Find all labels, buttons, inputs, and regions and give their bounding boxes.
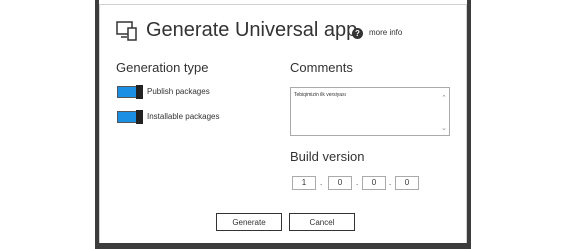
comments-text: Tebiqimizin ilk versiyası xyxy=(294,92,346,98)
version-revision-field[interactable]: 0 xyxy=(395,176,419,190)
toggle-thumb xyxy=(136,85,143,99)
help-icon[interactable]: ? xyxy=(352,28,363,39)
scroll-down-icon[interactable]: ⌄ xyxy=(441,125,447,132)
device-icon xyxy=(116,21,137,41)
publish-packages-toggle[interactable] xyxy=(117,85,143,99)
dialog-title: Generate Universal app xyxy=(146,19,358,41)
version-separator: . xyxy=(356,178,359,187)
build-version-heading: Build version xyxy=(290,149,365,164)
background-app-bottom xyxy=(99,243,467,249)
cancel-button[interactable]: Cancel xyxy=(289,213,355,231)
generation-type-heading: Generation type xyxy=(116,60,209,75)
background-app-edge-right xyxy=(467,0,471,249)
scroll-up-icon[interactable]: ⌃ xyxy=(441,95,447,102)
version-major-field[interactable]: 1 xyxy=(292,176,316,190)
more-info-link[interactable]: more info xyxy=(369,28,402,37)
toggle-thumb xyxy=(136,110,143,124)
generate-universal-app-dialog: Generate Universal app ? more info Gener… xyxy=(99,4,467,246)
version-build-field[interactable]: 0 xyxy=(362,176,386,190)
installable-packages-toggle[interactable] xyxy=(117,110,143,124)
installable-packages-label: Installable packages xyxy=(147,112,220,121)
comments-textarea[interactable]: Tebiqimizin ilk versiyası ⌃ ⌄ xyxy=(290,87,450,136)
comments-heading: Comments xyxy=(290,60,353,75)
version-separator: . xyxy=(389,178,392,187)
generate-button[interactable]: Generate xyxy=(216,213,282,231)
version-minor-field[interactable]: 0 xyxy=(328,176,352,190)
version-separator: . xyxy=(320,178,323,187)
publish-packages-label: Publish packages xyxy=(147,87,210,96)
